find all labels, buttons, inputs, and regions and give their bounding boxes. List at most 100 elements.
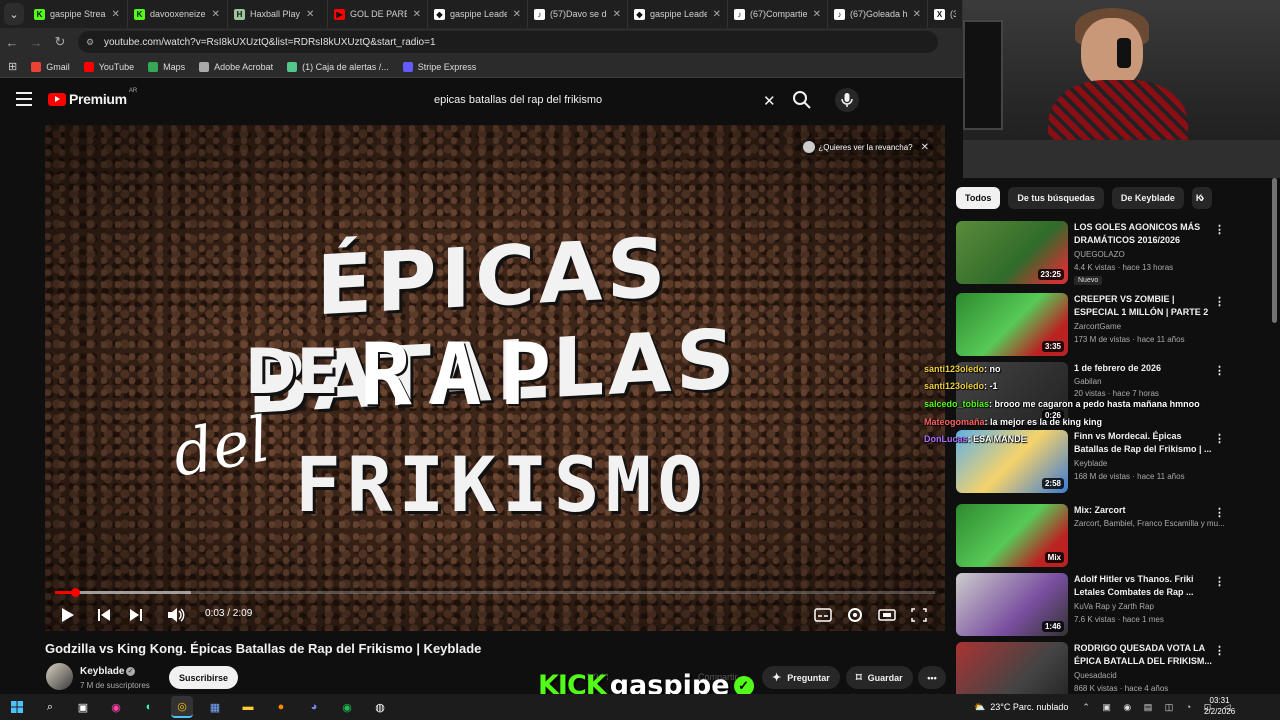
task-view-icon[interactable]: ▣ <box>72 696 94 718</box>
channel-avatar[interactable] <box>46 663 73 690</box>
channel-name[interactable]: Zarcort, Bambiel, Franco Escamilla y mu.… <box>1074 519 1224 528</box>
recommended-video[interactable]: 23:25 LOS GOLES AGONICOS MÁS DRAMÁTICOS 2… <box>956 221 1256 285</box>
obs-icon[interactable]: ◍ <box>369 696 391 718</box>
browser-tab[interactable]: ♪ (57)Davo se de ✕ <box>528 0 628 28</box>
rematch-card[interactable]: ¿Quieres ver la revancha? ✕ <box>799 139 933 155</box>
bookmark-item[interactable]: Stripe Express <box>402 61 476 72</box>
system-clock[interactable]: 03:31 2/2/2026 <box>1204 695 1235 717</box>
sidebar-scrollbar[interactable] <box>1270 178 1278 698</box>
close-tab-icon[interactable]: ✕ <box>112 9 120 20</box>
more-options-icon[interactable]: ⋮ <box>1214 644 1225 657</box>
reload-icon[interactable]: ↻ <box>48 34 72 50</box>
microphone-icon[interactable] <box>835 88 859 112</box>
close-tab-icon[interactable]: ✕ <box>713 9 721 20</box>
search-icon[interactable] <box>792 90 812 110</box>
close-tab-icon[interactable]: ✕ <box>613 9 621 20</box>
discord-icon[interactable]: ◕ <box>303 696 325 718</box>
apps-icon[interactable]: ⊞ <box>8 60 17 73</box>
more-options-icon[interactable]: ⋮ <box>1214 223 1225 236</box>
weather-text[interactable]: 23°C Parc. nublado <box>990 702 1068 712</box>
previous-icon[interactable] <box>95 603 113 627</box>
video-thumbnail[interactable]: 23:25 <box>956 221 1068 284</box>
channel-name[interactable]: QUEGOLAZO <box>1074 250 1224 259</box>
browser-tab[interactable]: ♪ (67)Goleada h ✕ <box>828 0 928 28</box>
scrollbar-thumb[interactable] <box>1272 178 1277 323</box>
browser-tab[interactable]: Kgaspipe Strea ✕ <box>28 0 128 28</box>
bookmark-item[interactable]: Gmail <box>31 61 70 72</box>
video-title[interactable]: Adolf Hitler vs Thanos. Friki Letales Co… <box>1074 573 1214 599</box>
clear-search-icon[interactable]: ✕ <box>763 92 776 110</box>
close-tab-icon[interactable]: ✕ <box>813 9 821 20</box>
more-options-icon[interactable]: ⋮ <box>1214 364 1225 377</box>
youtube-logo[interactable]: Premium AR <box>48 88 137 107</box>
ask-button[interactable]: ✦ Preguntar <box>762 666 840 689</box>
browser-tab[interactable]: ▶ GOL DE PARED ✕ <box>328 0 428 28</box>
recommended-video[interactable]: Mix Mix: Zarcort Zarcort, Bambiel, Franco … <box>956 504 1256 568</box>
video-title[interactable]: LOS GOLES AGONICOS MÁS DRAMÁTICOS 2016/2… <box>1074 221 1214 247</box>
close-tab-icon[interactable]: ✕ <box>306 9 314 20</box>
more-options-icon[interactable]: ⋮ <box>1214 295 1225 308</box>
video-title[interactable]: RODRIGO QUESADA VOTA LA ÉPICA BATALLA DE… <box>1074 642 1214 668</box>
more-options-icon[interactable]: ⋮ <box>1214 432 1225 445</box>
fullscreen-icon[interactable] <box>909 603 929 627</box>
filter-chip[interactable]: De Keyblade <box>1111 187 1184 209</box>
video-player[interactable]: ÉPICAS BATALLAS DE RAP del FRIKISMO ¿Qui… <box>45 125 945 631</box>
progress-bar[interactable] <box>55 588 935 597</box>
back-icon[interactable]: ← <box>0 35 24 50</box>
bookmark-item[interactable]: (1) Caja de alertas /... <box>287 61 389 72</box>
filter-chip[interactable]: De tus búsquedas <box>1008 187 1104 209</box>
tab-search-icon[interactable]: ⌄ <box>4 3 24 25</box>
browser-tab[interactable]: ◆ gaspipe Leade ✕ <box>428 0 528 28</box>
search-input[interactable] <box>420 86 785 114</box>
close-tab-icon[interactable]: ✕ <box>513 9 521 20</box>
spotify-icon[interactable]: ◉ <box>336 696 358 718</box>
chevron-right-icon[interactable]: › <box>1200 190 1204 205</box>
more-actions-icon[interactable]: ••• <box>918 666 946 689</box>
edge-icon[interactable]: ◐ <box>138 696 160 718</box>
bookmark-item[interactable]: Adobe Acrobat <box>199 61 273 72</box>
browser-tab[interactable]: X (3) <box>928 0 963 28</box>
browser-tab[interactable]: Kdavooxeneize ✕ <box>128 0 228 28</box>
url-field[interactable]: ⚙ youtube.com/watch?v=RsI8kUXUztQ&list=R… <box>78 31 938 53</box>
taskbar-search-icon[interactable]: ⌕ <box>39 696 61 718</box>
theater-mode-icon[interactable] <box>877 603 897 627</box>
menu-icon[interactable] <box>16 92 32 106</box>
close-tab-icon[interactable]: ✕ <box>413 9 421 20</box>
browser-tab[interactable]: H Haxball Play ✕ <box>228 0 328 28</box>
next-icon[interactable] <box>127 603 145 627</box>
channel-name[interactable]: ZarcortGame <box>1074 322 1224 331</box>
channel-name[interactable]: Keyblade <box>1074 459 1224 468</box>
copilot-icon[interactable]: ◉ <box>105 696 127 718</box>
subscribe-button[interactable]: Suscribirse <box>169 666 238 689</box>
video-title[interactable]: 1 de febrero de 2026 <box>1074 362 1214 375</box>
play-icon[interactable] <box>59 603 77 627</box>
recommended-video[interactable]: 3:35 CREEPER VS ZOMBIE | ESPECIAL 1 MILLÓ… <box>956 293 1256 357</box>
video-thumbnail[interactable]: Mix <box>956 504 1068 567</box>
filter-chip[interactable]: Todos <box>956 187 1001 209</box>
bookmark-item[interactable]: Maps <box>148 61 185 72</box>
channel-name[interactable]: Gabilan <box>1074 377 1224 386</box>
channel-name[interactable]: Quesadacid <box>1074 671 1224 680</box>
browser-tab[interactable]: ◆ gaspipe Leade ✕ <box>628 0 728 28</box>
firefox-icon[interactable]: ● <box>270 696 292 718</box>
more-options-icon[interactable]: ⋮ <box>1214 506 1225 519</box>
video-thumbnail[interactable]: 1:46 <box>956 573 1068 636</box>
video-title[interactable]: Finn vs Mordecai. Épicas Batallas de Rap… <box>1074 430 1214 456</box>
channel-name[interactable]: Keyblade <box>80 666 124 677</box>
settings-gear-icon[interactable] <box>845 603 865 627</box>
channel-name[interactable]: KuVa Rap y Zarth Rap <box>1074 602 1224 611</box>
file-explorer-icon[interactable]: ▬ <box>237 696 259 718</box>
site-info-icon[interactable]: ⚙ <box>86 37 96 47</box>
video-title[interactable]: Mix: Zarcort <box>1074 504 1214 517</box>
recommended-video[interactable]: 1:46 Adolf Hitler vs Thanos. Friki Letale… <box>956 573 1256 637</box>
video-thumbnail[interactable]: 3:35 <box>956 293 1068 356</box>
close-tab-icon[interactable]: ✕ <box>212 9 220 20</box>
more-options-icon[interactable]: ⋮ <box>1214 575 1225 588</box>
chrome-icon[interactable]: ◎ <box>171 696 193 718</box>
volume-icon[interactable] <box>165 603 187 627</box>
subtitles-icon[interactable] <box>813 603 833 627</box>
bookmark-item[interactable]: YouTube <box>83 61 134 72</box>
video-title[interactable]: CREEPER VS ZOMBIE | ESPECIAL 1 MILLÓN | … <box>1074 293 1214 319</box>
store-icon[interactable]: ▦ <box>204 696 226 718</box>
browser-tab[interactable]: ♪ (67)Compartier ✕ <box>728 0 828 28</box>
